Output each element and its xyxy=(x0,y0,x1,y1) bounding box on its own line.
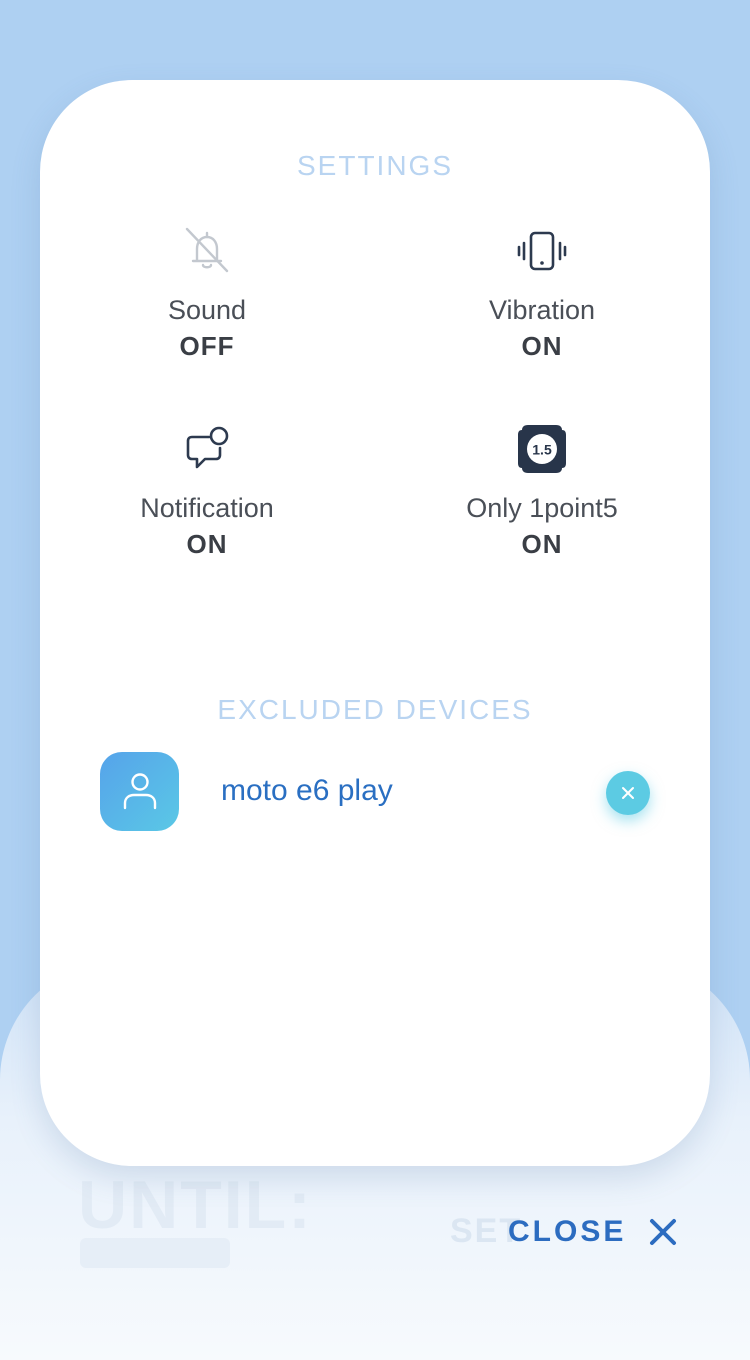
setting-label: Vibration xyxy=(488,295,596,325)
phone-vibrate-icon xyxy=(517,231,567,271)
close-icon xyxy=(650,1219,677,1245)
device-name: moto e6 play xyxy=(221,774,393,807)
setting-label: Only 1point5 xyxy=(466,493,618,523)
excluded-devices-title: EXCLUDED DEVICES xyxy=(217,694,533,725)
setting-value: ON xyxy=(186,529,228,559)
excluded-device-item: moto e6 play xyxy=(100,752,650,832)
setting-value: ON xyxy=(521,529,563,559)
setting-label: Sound xyxy=(167,295,247,325)
close-icon xyxy=(622,787,634,799)
setting-notification[interactable]: Notification ON xyxy=(77,423,337,561)
setting-value: ON xyxy=(521,331,563,361)
background-faded-heading: UNTIL: xyxy=(78,1167,313,1243)
setting-value: OFF xyxy=(179,331,235,361)
user-icon xyxy=(123,773,157,810)
setting-sound[interactable]: Sound OFF xyxy=(77,225,337,363)
remove-device-button[interactable] xyxy=(606,771,650,815)
badge-1point5-icon: 1.5 xyxy=(518,425,566,473)
setting-vibration[interactable]: Vibration ON xyxy=(412,225,672,363)
chat-notification-icon xyxy=(186,426,229,469)
badge-text: 1.5 xyxy=(532,442,552,458)
close-label: CLOSE xyxy=(508,1215,627,1248)
settings-title: SETTINGS xyxy=(296,150,453,181)
setting-label: Notification xyxy=(140,493,274,523)
settings-modal: SETTINGS Sound OFF Vibration ON Notifica… xyxy=(40,80,710,1166)
device-avatar xyxy=(100,752,179,831)
close-button[interactable]: CLOSE xyxy=(508,1212,678,1252)
setting-only-1point5[interactable]: 1.5 Only 1point5 ON xyxy=(412,423,672,561)
bell-off-icon xyxy=(185,227,229,273)
background-faded-subtext xyxy=(80,1238,230,1268)
